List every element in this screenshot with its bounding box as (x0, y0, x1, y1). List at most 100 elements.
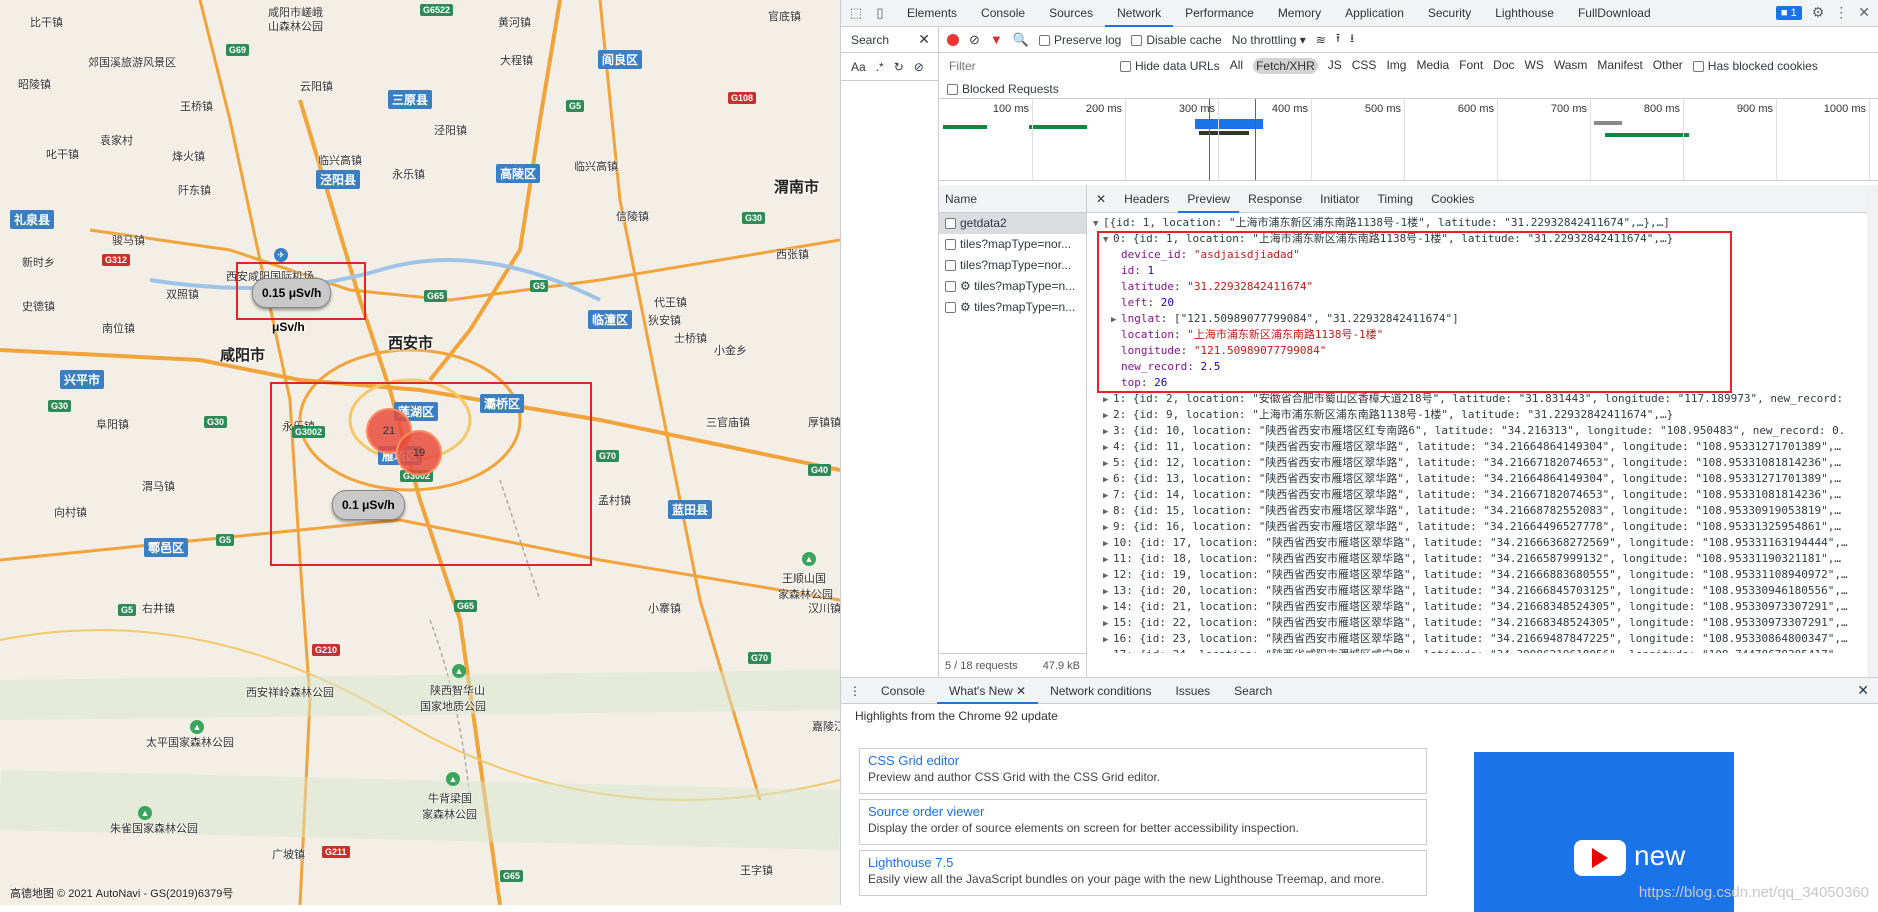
json-item[interactable]: ▶ 11: {id: 18, location: "陕西省西安市雁塔区翠华路", … (1093, 551, 1878, 567)
request-row[interactable]: tiles?mapType=nor... (939, 234, 1086, 255)
json-root-row[interactable]: ▼ [{id: 1, location: "上海市浦东新区浦东南路1138号-1楼… (1093, 215, 1878, 231)
play-video-icon[interactable] (1574, 840, 1626, 876)
json-item[interactable]: ▶ 7: {id: 14, location: "陕西省西安市雁塔区翠华路", l… (1093, 487, 1878, 503)
filter-type-fetchxhr[interactable]: Fetch/XHR (1253, 58, 1318, 74)
json-item[interactable]: ▶ 1: {id: 2, location: "安徽省合肥市蜀山区香樟大道218号… (1093, 391, 1878, 407)
whats-new-card[interactable]: CSS Grid editor Preview and author CSS Gr… (859, 748, 1427, 794)
json-item[interactable]: ▶ 3: {id: 10, location: "陕西省西安市雁塔区红专南路6",… (1093, 423, 1878, 439)
preview-scrollbar[interactable] (1867, 185, 1878, 677)
close-devtools-icon[interactable]: ✕ (1858, 4, 1870, 21)
tab-application[interactable]: Application (1333, 0, 1416, 27)
close-tab-icon[interactable]: ✕ (1013, 684, 1026, 698)
request-row-checkbox[interactable] (945, 302, 956, 313)
tab-memory[interactable]: Memory (1266, 0, 1333, 27)
tab-sources[interactable]: Sources (1037, 0, 1105, 27)
request-row-checkbox[interactable] (945, 260, 956, 271)
more-options-icon[interactable]: ⋮ (1834, 4, 1848, 21)
tab-fulldownload[interactable]: FullDownload (1566, 0, 1663, 27)
preview-tab-initiator[interactable]: Initiator (1311, 185, 1368, 213)
json-item[interactable]: ▶ 6: {id: 13, location: "陕西省西安市雁塔区翠华路", l… (1093, 471, 1878, 487)
settings-gear-icon[interactable]: ⚙ (1812, 4, 1825, 21)
tab-console[interactable]: Console (969, 0, 1037, 27)
filter-type-media[interactable]: Media (1416, 58, 1449, 74)
radiation-popup-bottom[interactable]: 0.1 μSv/h (332, 490, 405, 520)
import-har-icon[interactable]: ⭱ (1336, 29, 1340, 50)
preview-tab-cookies[interactable]: Cookies (1422, 185, 1483, 213)
drawer-tab-issues[interactable]: Issues (1163, 678, 1222, 704)
drawer-tab-network-conditions[interactable]: Network conditions (1038, 678, 1163, 704)
drawer-tab-what-s-new[interactable]: What's New ✕ (937, 678, 1039, 704)
request-row[interactable]: tiles?mapType=nor... (939, 255, 1086, 276)
name-column-header[interactable]: Name (939, 185, 1086, 213)
filter-type-img[interactable]: Img (1386, 58, 1406, 74)
tab-elements[interactable]: Elements (895, 0, 969, 27)
request-row-checkbox[interactable] (945, 281, 956, 292)
throttling-select[interactable]: No throttling ▾ (1232, 33, 1306, 47)
json-item[interactable]: ▶ 15: {id: 22, location: "陕西省西安市雁塔区翠华路", … (1093, 615, 1878, 631)
card-title-link[interactable]: Source order viewer (868, 804, 1418, 819)
request-row[interactable]: ⚙ tiles?mapType=n... (939, 297, 1086, 318)
issues-badge[interactable]: ■ 1 (1775, 5, 1802, 20)
clear-icon[interactable]: ⊘ (969, 32, 980, 48)
request-row-checkbox[interactable] (945, 218, 956, 229)
json-item[interactable]: ▶ 12: {id: 19, location: "陕西省西安市雁塔区翠华路", … (1093, 567, 1878, 583)
hide-data-urls-checkbox[interactable]: Hide data URLs (1120, 59, 1220, 73)
filter-type-doc[interactable]: Doc (1493, 58, 1514, 74)
clear-search-icon[interactable]: ⊘ (914, 60, 924, 74)
filter-type-ws[interactable]: WS (1525, 58, 1544, 74)
preview-tab-headers[interactable]: Headers (1115, 185, 1178, 213)
tab-network[interactable]: Network (1105, 0, 1174, 27)
drawer-tab-console[interactable]: Console (869, 678, 937, 704)
tab-performance[interactable]: Performance (1173, 0, 1266, 27)
request-row[interactable]: getdata2 (939, 213, 1086, 234)
export-har-icon[interactable]: ⭳ (1350, 29, 1354, 50)
card-title-link[interactable]: CSS Grid editor (868, 753, 1418, 768)
preserve-log-checkbox[interactable]: Preserve log (1038, 33, 1121, 47)
json-item[interactable]: ▶ 8: {id: 15, location: "陕西省西安市雁塔区翠华路", l… (1093, 503, 1878, 519)
regex-toggle[interactable]: .* (876, 60, 884, 74)
close-drawer-icon[interactable]: ✕ (1857, 682, 1869, 699)
record-button[interactable] (947, 33, 959, 46)
close-preview-icon[interactable]: ✕ (1087, 185, 1115, 213)
tab-lighthouse[interactable]: Lighthouse (1483, 0, 1566, 27)
blocked-requests-checkbox[interactable]: Blocked Requests (947, 82, 1059, 96)
filter-type-other[interactable]: Other (1653, 58, 1683, 74)
json-item[interactable]: ▶ 2: {id: 9, location: "上海市浦东新区浦东南路1138号-… (1093, 407, 1878, 423)
filter-type-manifest[interactable]: Manifest (1597, 58, 1642, 74)
filter-type-font[interactable]: Font (1459, 58, 1483, 74)
network-conditions-icon[interactable]: ≋ (1316, 33, 1326, 47)
filter-type-wasm[interactable]: Wasm (1554, 58, 1588, 74)
radiation-popup-top[interactable]: 0.15 μSv/h (252, 278, 332, 308)
has-blocked-cookies-checkbox[interactable]: Has blocked cookies (1692, 59, 1818, 73)
json-item[interactable]: ▶ 16: {id: 23, location: "陕西省西安市雁塔区翠华路", … (1093, 631, 1878, 647)
disable-cache-checkbox[interactable]: Disable cache (1131, 33, 1222, 47)
json-item[interactable]: ▶17: {id: 24, location: "陕西省咸阳市渭城区咸宁路", … (1093, 647, 1878, 653)
preview-tab-preview[interactable]: Preview (1178, 185, 1240, 213)
whats-new-card[interactable]: Lighthouse 7.5 Easily view all the JavaSc… (859, 850, 1427, 896)
network-overview-timeline[interactable]: 100 ms 200 ms 300 ms 400 ms 500 ms 600 ms 700 … (939, 99, 1878, 181)
filter-type-all[interactable]: All (1230, 58, 1243, 74)
filter-type-js[interactable]: JS (1328, 58, 1342, 74)
close-search-icon[interactable]: ✕ (918, 31, 930, 48)
json-item[interactable]: ▶ 14: {id: 21, location: "陕西省西安市雁塔区翠华路", … (1093, 599, 1878, 615)
search-icon[interactable]: 🔍 (1013, 32, 1029, 48)
match-case-toggle[interactable]: Aa (851, 60, 866, 74)
map-view[interactable]: 比干镇 咸阳市嵯峨 山森林公园 郊国溪旅游风景区 昭陵镇 云阳镇 王桥镇 袁家村 烽火镇 叱干镇临… (0, 0, 840, 905)
tab-security[interactable]: Security (1416, 0, 1483, 27)
card-title-link[interactable]: Lighthouse 7.5 (868, 855, 1418, 870)
json-item[interactable]: ▶ 13: {id: 20, location: "陕西省西安市雁塔区翠华路", … (1093, 583, 1878, 599)
json-item[interactable]: ▶ 5: {id: 12, location: "陕西省西安市雁塔区翠华路", l… (1093, 455, 1878, 471)
filter-icon[interactable]: ▼ (990, 32, 1003, 47)
refresh-search-icon[interactable]: ↻ (894, 60, 904, 74)
cluster-marker[interactable]: 19 (396, 430, 442, 476)
preview-tab-timing[interactable]: Timing (1369, 185, 1423, 213)
request-row[interactable]: ⚙ tiles?mapType=n... (939, 276, 1086, 297)
json-item[interactable]: ▶ 4: {id: 11, location: "陕西省西安市雁塔区翠华路", l… (1093, 439, 1878, 455)
whats-new-card[interactable]: Source order viewer Display the order of … (859, 799, 1427, 845)
json-item[interactable]: ▶ 10: {id: 17, location: "陕西省西安市雁塔区翠华路", … (1093, 535, 1878, 551)
filter-type-css[interactable]: CSS (1352, 58, 1377, 74)
filter-input[interactable] (945, 56, 1110, 76)
json-item[interactable]: ▶ 9: {id: 16, location: "陕西省西安市雁塔区翠华路", l… (1093, 519, 1878, 535)
device-toolbar-icon[interactable]: ▯ (871, 4, 889, 22)
drawer-tab-search[interactable]: Search (1222, 678, 1284, 704)
